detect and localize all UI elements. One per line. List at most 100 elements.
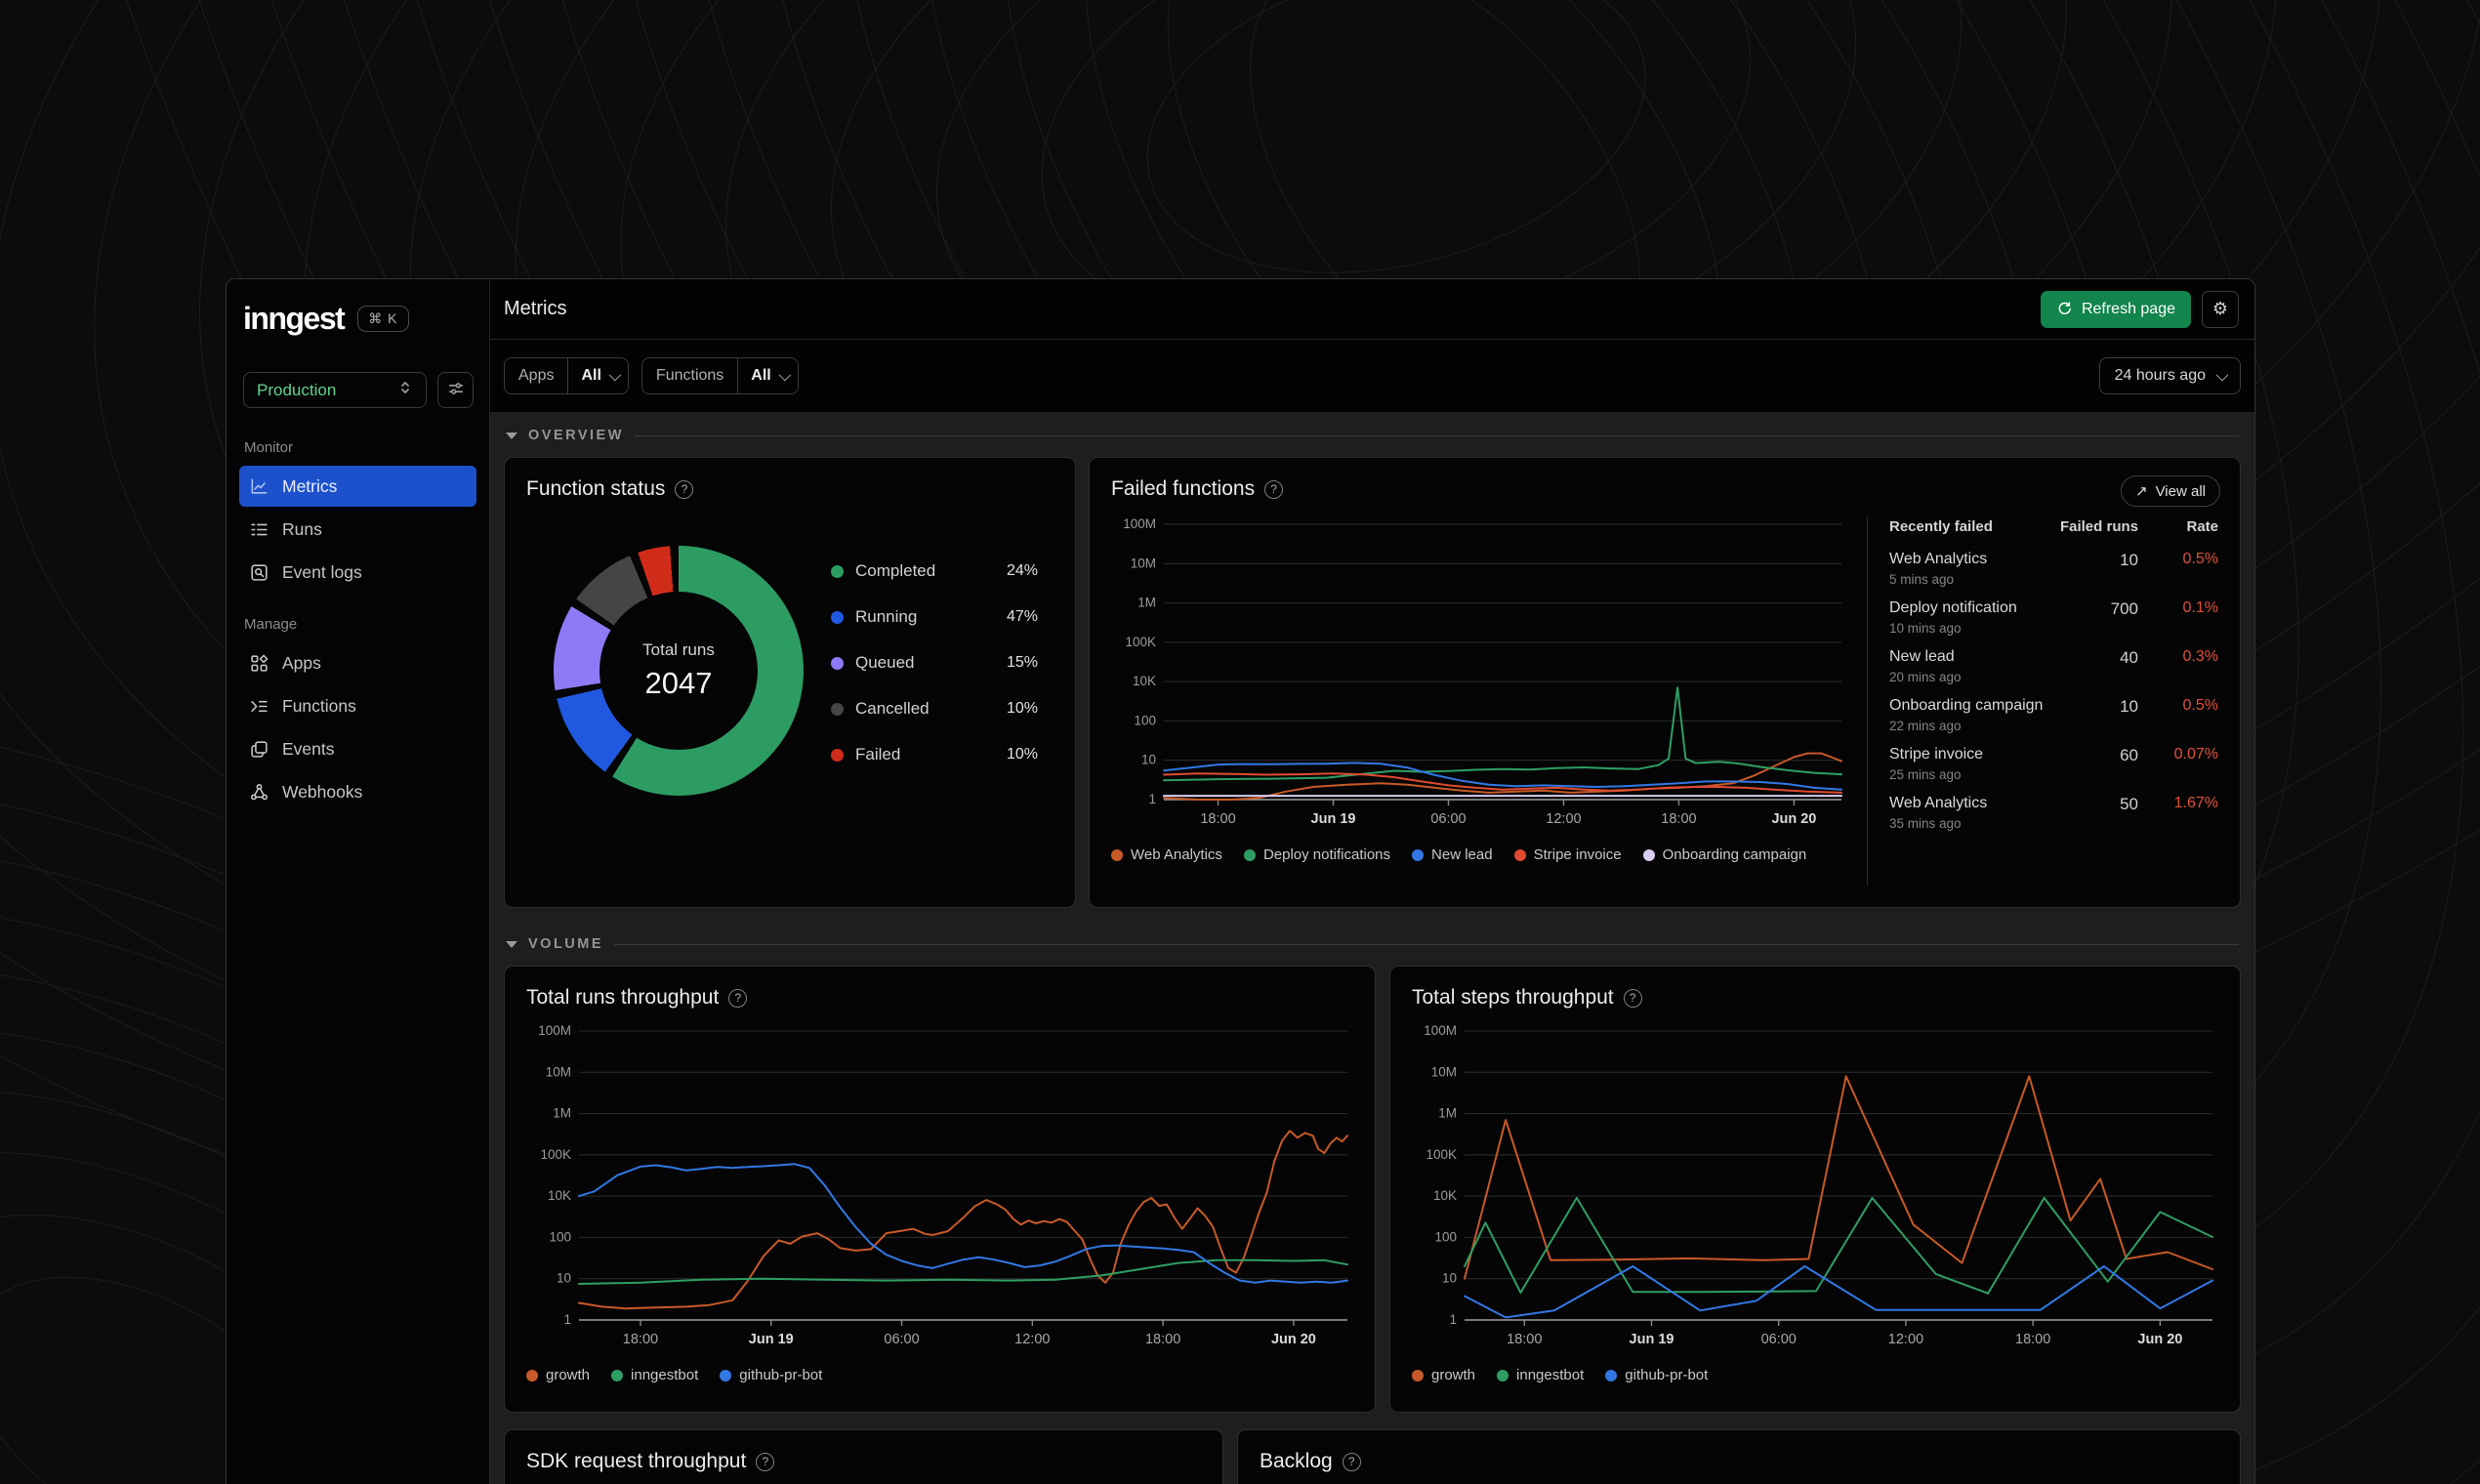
- failed-functions-chart-legend: Web Analytics Deploy notifications New lea…: [1111, 846, 1847, 863]
- apps-filter[interactable]: Apps All: [504, 357, 629, 394]
- svg-text:100M: 100M: [1424, 1023, 1457, 1038]
- failed-function-name[interactable]: New lead: [1889, 648, 1955, 665]
- sidebar-item-label: Functions: [282, 695, 356, 716]
- app-window: inngest ⌘ K Production Monitor Metrics Run…: [226, 278, 2255, 1484]
- sidebar-item-webhooks[interactable]: Webhooks: [239, 771, 476, 812]
- svg-text:Jun 19: Jun 19: [1630, 1332, 1674, 1347]
- settings-button[interactable]: ⚙: [2202, 290, 2239, 328]
- col-rate: Rate: [2186, 518, 2218, 535]
- table-row: Stripe invoice 25 mins ago 60 0.07%: [1889, 746, 2218, 782]
- volume-section-header[interactable]: VOLUME: [506, 936, 2239, 952]
- legend-series-name: Stripe invoice: [1533, 846, 1622, 863]
- failed-function-name[interactable]: Web Analytics: [1889, 551, 1987, 567]
- svg-text:1: 1: [563, 1312, 571, 1327]
- svg-text:18:00: 18:00: [2015, 1332, 2050, 1347]
- legend-label: Failed: [855, 745, 901, 763]
- help-icon[interactable]: ?: [675, 479, 694, 499]
- command-k-shortcut[interactable]: ⌘ K: [357, 306, 409, 332]
- total-steps-throughput-title: Total steps throughput: [1412, 986, 1614, 1009]
- overview-section-header[interactable]: OVERVIEW: [506, 428, 2239, 443]
- total-steps-chart: 1 10 100 10K 100K 1M 10M 100M 18:00 Jun 19 06:00 12…: [1412, 1023, 2218, 1383]
- failed-functions-line-chart: 1 10 100 10K 100K 1M 10M 100M 18:00 Jun 19 06:00 12…: [1123, 516, 1842, 827]
- sidebar-item-metrics[interactable]: Metrics: [239, 466, 476, 507]
- failed-function-name[interactable]: Web Analytics: [1889, 795, 1987, 811]
- svg-text:1: 1: [1148, 792, 1156, 806]
- help-icon[interactable]: ?: [1623, 988, 1642, 1008]
- legend-percent: 10%: [1006, 746, 1038, 763]
- section-rule: [614, 943, 2239, 945]
- legend-dot: [1243, 848, 1256, 861]
- function-status-legend: Completed 24% Running 47% Queued 15% Cancelled…: [831, 561, 1038, 764]
- table-header-row: Recently failed Failed runs Rate: [1889, 518, 2218, 535]
- caret-down-icon: [506, 940, 517, 948]
- sidebar-item-events[interactable]: Events: [239, 728, 476, 769]
- environment-label: Production: [257, 380, 337, 399]
- legend-series-name: Deploy notifications: [1262, 846, 1391, 863]
- total-steps-chart-legend: growth inngestbot github-pr-bot: [1412, 1367, 2218, 1383]
- svg-text:100K: 100K: [540, 1147, 571, 1162]
- apps-filter-label: Apps: [518, 367, 555, 384]
- legend-series-name: inngestbot: [631, 1367, 699, 1383]
- functions-filter[interactable]: Functions All: [641, 357, 799, 394]
- help-icon[interactable]: ?: [756, 1452, 775, 1471]
- sidebar-item-apps[interactable]: Apps: [239, 642, 476, 683]
- svg-text:06:00: 06:00: [884, 1332, 919, 1347]
- failed-function-name[interactable]: Deploy notification: [1889, 599, 2017, 616]
- legend-dot: [831, 702, 844, 716]
- function-status-donut: Total runs 2047: [554, 546, 804, 796]
- table-row: Deploy notification 10 mins ago 700 0.1%: [1889, 599, 2218, 636]
- svg-text:100K: 100K: [1426, 1147, 1457, 1162]
- sidebar-item-runs[interactable]: Runs: [239, 509, 476, 550]
- col-failed-runs: Failed runs: [2059, 518, 2138, 535]
- failed-rate-value: 0.07%: [2173, 746, 2218, 763]
- chart-legend-item: New lead: [1412, 846, 1493, 863]
- event-logs-icon: [249, 562, 269, 583]
- failed-rate-value: 1.67%: [2173, 795, 2218, 811]
- status-legend-row: Failed 10%: [831, 745, 1038, 764]
- failed-function-name[interactable]: Onboarding campaign: [1889, 697, 2043, 714]
- sdk-request-throughput-title: SDK request throughput: [526, 1450, 747, 1472]
- svg-text:100M: 100M: [538, 1023, 571, 1038]
- sidebar-item-label: Metrics: [282, 475, 338, 496]
- svg-text:18:00: 18:00: [1145, 1332, 1180, 1347]
- sidebar-item-event-logs[interactable]: Event logs: [239, 552, 476, 593]
- view-all-button[interactable]: ↗ View all: [2121, 475, 2220, 507]
- svg-text:12:00: 12:00: [1546, 811, 1581, 827]
- time-range-select[interactable]: 24 hours ago: [2098, 357, 2241, 394]
- recently-failed-table: Recently failed Failed runs Rate Web Analyt…: [1867, 516, 2218, 886]
- legend-dot: [831, 748, 844, 762]
- svg-text:1M: 1M: [553, 1106, 571, 1121]
- chart-legend-item: Stripe invoice: [1513, 846, 1622, 863]
- legend-label: Completed: [855, 561, 936, 580]
- help-icon[interactable]: ?: [1264, 479, 1284, 499]
- legend-dot: [720, 1369, 732, 1381]
- legend-dot: [831, 564, 844, 578]
- svg-text:06:00: 06:00: [1761, 1332, 1797, 1347]
- environment-select[interactable]: Production: [243, 372, 427, 408]
- failed-functions-card: Failed functions ? ↗ View all 1 10 100 10K 1…: [1089, 457, 2241, 908]
- total-runs-chart: 1 10 100 10K 100K 1M 10M 100M 18:00 Jun 19 06:00 12…: [526, 1023, 1353, 1383]
- filter-bar: Apps All Functions All 24 hours ago: [490, 340, 2254, 412]
- legend-dot: [1605, 1369, 1618, 1381]
- page-title: Metrics: [504, 298, 567, 319]
- chart-legend-item: Deploy notifications: [1243, 846, 1391, 863]
- arrow-up-right-icon: ↗: [2135, 483, 2148, 500]
- failed-function-name[interactable]: Stripe invoice: [1889, 746, 1983, 763]
- failed-functions-title: Failed functions: [1111, 477, 1256, 500]
- topbar-actions: Refresh page ⚙: [2040, 290, 2239, 328]
- apps-icon: [249, 653, 269, 674]
- time-range-value: 24 hours ago: [2114, 367, 2206, 384]
- help-icon[interactable]: ?: [1342, 1452, 1361, 1471]
- help-icon[interactable]: ?: [728, 988, 748, 1008]
- environment-filter-button[interactable]: [437, 372, 474, 408]
- chevron-updown-icon: [397, 380, 413, 400]
- refresh-page-button[interactable]: Refresh page: [2040, 290, 2191, 328]
- svg-text:18:00: 18:00: [1507, 1332, 1542, 1347]
- chart-legend-item: Onboarding campaign: [1642, 846, 1806, 863]
- legend-label: Queued: [855, 653, 915, 672]
- content-area: OVERVIEW Function status ? Total runs 20…: [490, 412, 2254, 1484]
- sidebar-item-functions[interactable]: Functions: [239, 685, 476, 726]
- chart-legend-item: Web Analytics: [1111, 846, 1222, 863]
- failed-runs-value: 60: [2120, 746, 2138, 764]
- failed-rate-value: 0.1%: [2182, 599, 2218, 616]
